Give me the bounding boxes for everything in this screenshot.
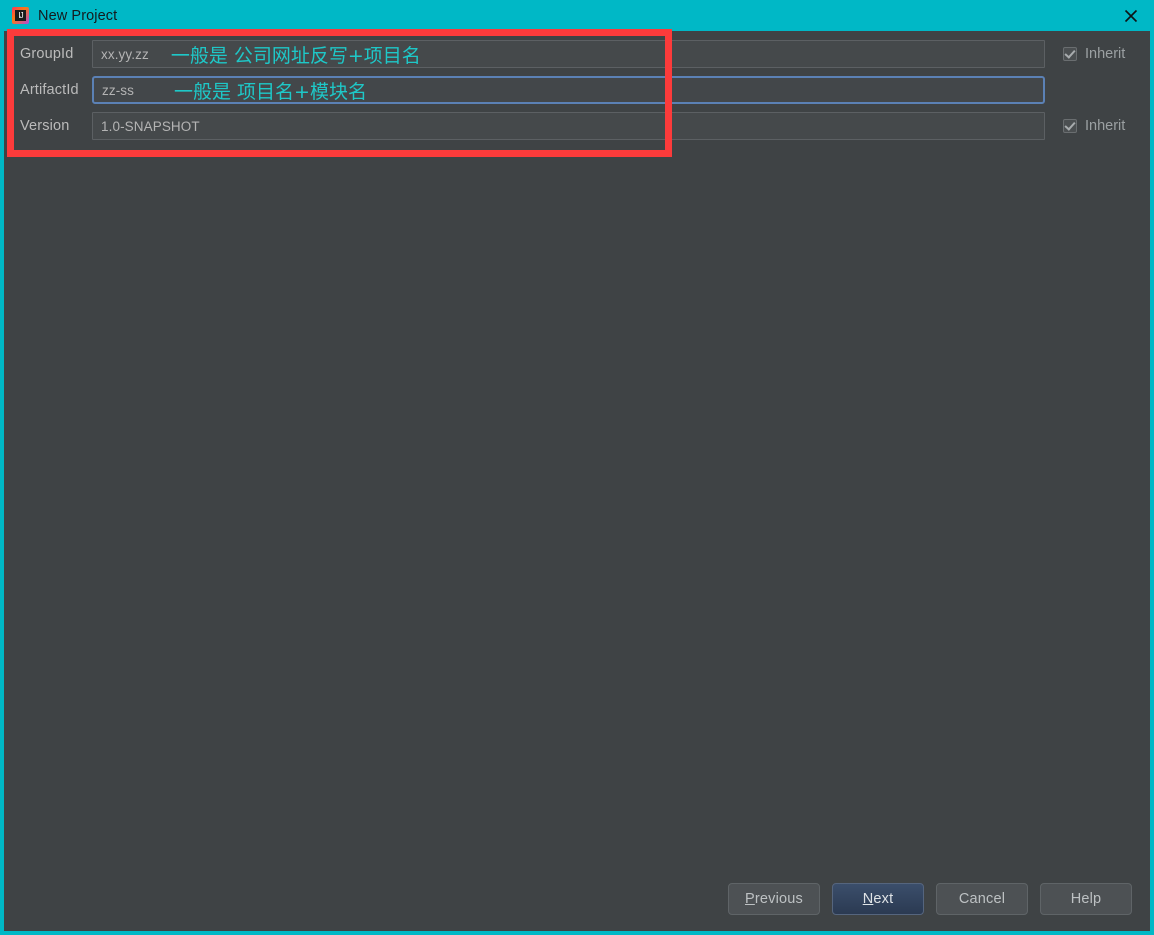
checkbox-checked-icon[interactable] [1063,119,1077,133]
form-row-groupid: GroupId xx.yy.zz 一般是 公司网址反写+项目名 Inherit [9,36,1150,72]
label-groupid: GroupId [20,46,74,62]
label-artifactid: ArtifactId [20,82,79,98]
artifactid-value: zz-ss [102,82,134,98]
groupid-value: xx.yy.zz [101,46,149,62]
groupid-field-wrap: xx.yy.zz 一般是 公司网址反写+项目名 [92,40,1045,68]
window-title: New Project [38,7,118,24]
version-input[interactable]: 1.0-SNAPSHOT [92,112,1045,140]
version-inherit-checkbox[interactable]: Inherit [1063,118,1125,134]
previous-mnemonic: P [744,891,755,907]
cancel-button[interactable]: Cancel [936,883,1028,915]
previous-label-rest: revious [754,891,803,907]
maven-coordinates-form: GroupId xx.yy.zz 一般是 公司网址反写+项目名 Inherit … [9,36,1150,144]
close-icon[interactable] [1108,0,1150,31]
next-button[interactable]: Next [832,883,924,915]
next-label-rest: ext [873,891,894,907]
help-button[interactable]: Help [1040,883,1132,915]
label-version: Version [20,118,70,134]
groupid-inherit-label: Inherit [1085,46,1126,62]
groupid-annotation: 一般是 公司网址反写+项目名 [170,44,421,67]
dialog-button-bar: Previous Next Cancel Help [727,883,1132,915]
intellij-idea-icon: IJ [12,7,29,24]
artifactid-annotation: 一般是 项目名+模块名 [174,80,367,103]
checkbox-checked-icon[interactable] [1063,47,1077,61]
next-mnemonic: N [862,891,874,907]
new-project-dialog: IJ New Project GroupId xx.yy.zz 一般是 公司网址… [0,0,1154,935]
version-field-wrap: 1.0-SNAPSHOT [92,112,1045,140]
groupid-input[interactable]: xx.yy.zz 一般是 公司网址反写+项目名 [92,40,1045,68]
artifactid-input[interactable]: zz-ss 一般是 项目名+模块名 [92,76,1045,104]
title-bar: IJ New Project [4,0,1150,31]
artifactid-field-wrap: zz-ss 一般是 项目名+模块名 [92,76,1045,104]
form-row-artifactid: ArtifactId zz-ss 一般是 项目名+模块名 Inherit [9,72,1150,108]
app-icon-letters: IJ [18,11,23,20]
form-row-version: Version 1.0-SNAPSHOT Inherit [9,108,1150,144]
version-value: 1.0-SNAPSHOT [101,118,200,134]
groupid-inherit-checkbox[interactable]: Inherit [1063,46,1125,62]
version-inherit-label: Inherit [1085,118,1126,134]
previous-button[interactable]: Previous [727,883,820,915]
